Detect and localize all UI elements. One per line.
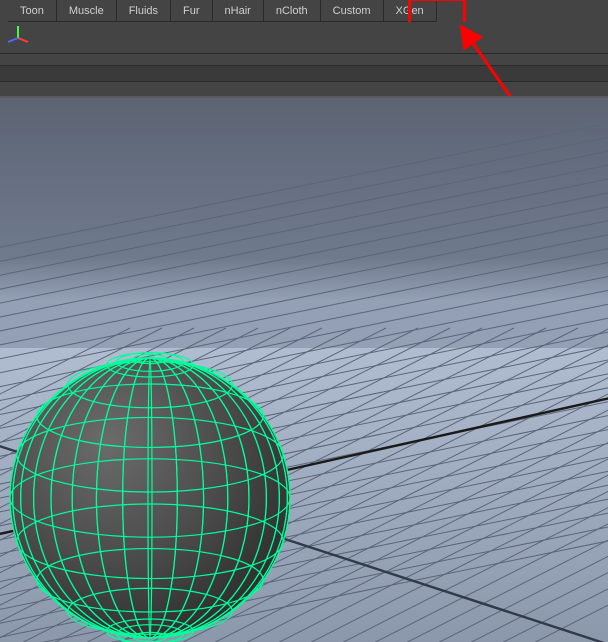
tab-ncloth[interactable]: nCloth — [264, 0, 321, 22]
tab-muscle[interactable]: Muscle — [57, 0, 117, 22]
shelf-tab-row: Toon Muscle Fluids Fur nHair nCloth Cust… — [0, 0, 608, 22]
toolbar-strip — [0, 22, 608, 54]
app-root: Toon Muscle Fluids Fur nHair nCloth Cust… — [0, 0, 608, 642]
tab-toon[interactable]: Toon — [8, 0, 57, 22]
tab-fur[interactable]: Fur — [171, 0, 213, 22]
viewport-3d[interactable] — [0, 96, 608, 642]
tab-fluids[interactable]: Fluids — [117, 0, 171, 22]
view-axis-icon — [6, 24, 30, 48]
toolbar-strip-2 — [0, 54, 608, 66]
tab-nhair[interactable]: nHair — [213, 0, 264, 22]
tab-custom[interactable]: Custom — [321, 0, 384, 22]
toolbar-strip-3 — [0, 66, 608, 82]
tab-xgen[interactable]: XGen — [384, 0, 437, 22]
